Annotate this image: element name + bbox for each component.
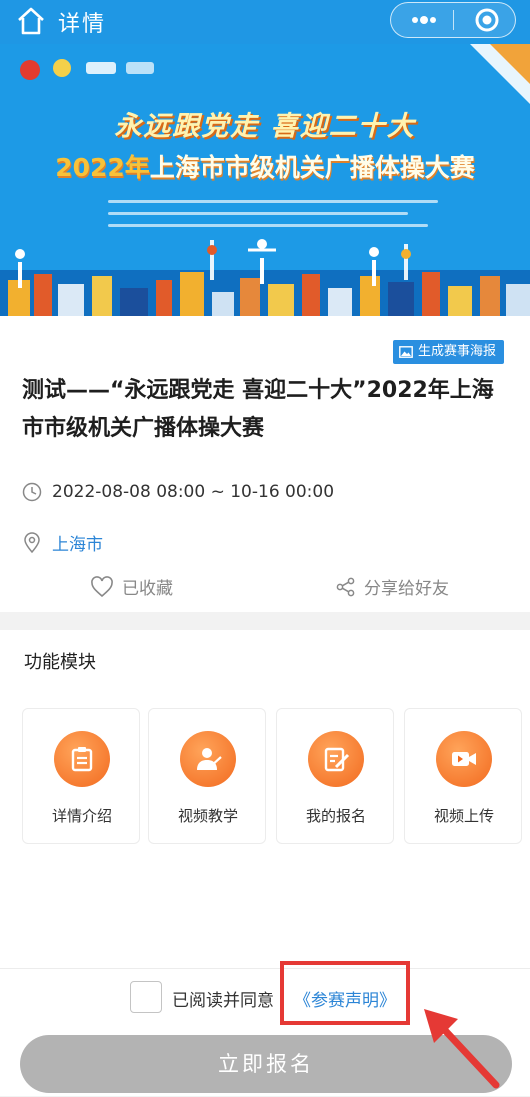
- annotation-arrow-icon: [424, 1009, 500, 1089]
- function-modules-section: 功能模块 详情介绍 视频教学 我的报名 视频上传: [0, 630, 530, 968]
- module-label: 我的报名: [305, 807, 366, 825]
- navigation-bar: 详情: [0, 0, 530, 44]
- module-my-signup[interactable]: 我的报名: [276, 708, 394, 844]
- event-title: 测试——“永远跟党走 喜迎二十大”2022年上海市市级机关广播体操大赛: [22, 378, 494, 441]
- favorite-label: 已收藏: [122, 579, 173, 599]
- event-location-row[interactable]: 上海市: [22, 530, 103, 555]
- agree-checkbox[interactable]: [130, 981, 162, 1013]
- banner-slogan: 永远跟党走 喜迎二十大: [114, 111, 416, 142]
- event-time: 2022-08-08 08:00 ~ 10-16 00:00: [52, 482, 335, 502]
- favorite-button[interactable]: 已收藏: [90, 574, 173, 599]
- modules-title: 功能模块: [24, 652, 96, 673]
- teacher-icon: [180, 731, 236, 787]
- event-time-row: 2022-08-08 08:00 ~ 10-16 00:00: [22, 482, 334, 502]
- heart-icon: [91, 575, 113, 597]
- video-camera-icon: [436, 731, 492, 787]
- page-title: 详情: [58, 12, 107, 37]
- capsule-divider: [453, 10, 454, 30]
- share-label: 分享给好友: [364, 579, 449, 599]
- module-video-teaching[interactable]: 视频教学: [148, 708, 266, 844]
- banner-organizer-line: [108, 224, 428, 227]
- clock-icon: [22, 482, 42, 502]
- close-target-icon[interactable]: [465, 3, 505, 37]
- share-button[interactable]: 分享给好友: [336, 574, 449, 599]
- banner-organizer-line: [108, 212, 408, 215]
- event-info-card: 生成赛事海报 测试——“永远跟党走 喜迎二十大”2022年上海市市级机关广播体操…: [0, 316, 530, 612]
- clipboard-icon: [54, 731, 110, 787]
- banner-organizer-line: [108, 200, 438, 203]
- module-label: 视频教学: [177, 807, 238, 825]
- module-label: 视频上传: [433, 807, 494, 825]
- banner-year: 2022年: [55, 153, 150, 182]
- banner-title-rest: 上海市市级机关广播体操大赛: [149, 153, 475, 182]
- module-label: 详情介绍: [51, 807, 112, 825]
- annotation-highlight-box: [280, 961, 410, 1025]
- event-location: 上海市: [52, 535, 103, 555]
- more-icon[interactable]: [403, 3, 443, 37]
- generate-poster-label: 生成赛事海报: [417, 344, 496, 359]
- module-video-upload[interactable]: 视频上传: [404, 708, 522, 844]
- edit-form-icon: [308, 731, 364, 787]
- agree-text: 已阅读并同意: [172, 991, 274, 1011]
- module-detail-intro[interactable]: 详情介绍: [22, 708, 140, 844]
- event-banner: 永远跟党走 喜迎二十大 2022年上海市市级机关广播体操大赛: [0, 44, 530, 316]
- location-pin-icon: [24, 531, 40, 553]
- generate-poster-button[interactable]: 生成赛事海报: [392, 340, 504, 364]
- signup-footer: 已阅读并同意 《参赛声明》 立即报名: [0, 961, 530, 1096]
- modules-scroller[interactable]: 详情介绍 视频教学 我的报名 视频上传: [22, 708, 530, 844]
- banner-title: 2022年上海市市级机关广播体操大赛: [0, 148, 530, 184]
- share-icon: [336, 577, 355, 596]
- image-icon: [399, 346, 413, 358]
- home-icon[interactable]: [14, 6, 48, 36]
- miniprogram-capsule: [390, 2, 516, 38]
